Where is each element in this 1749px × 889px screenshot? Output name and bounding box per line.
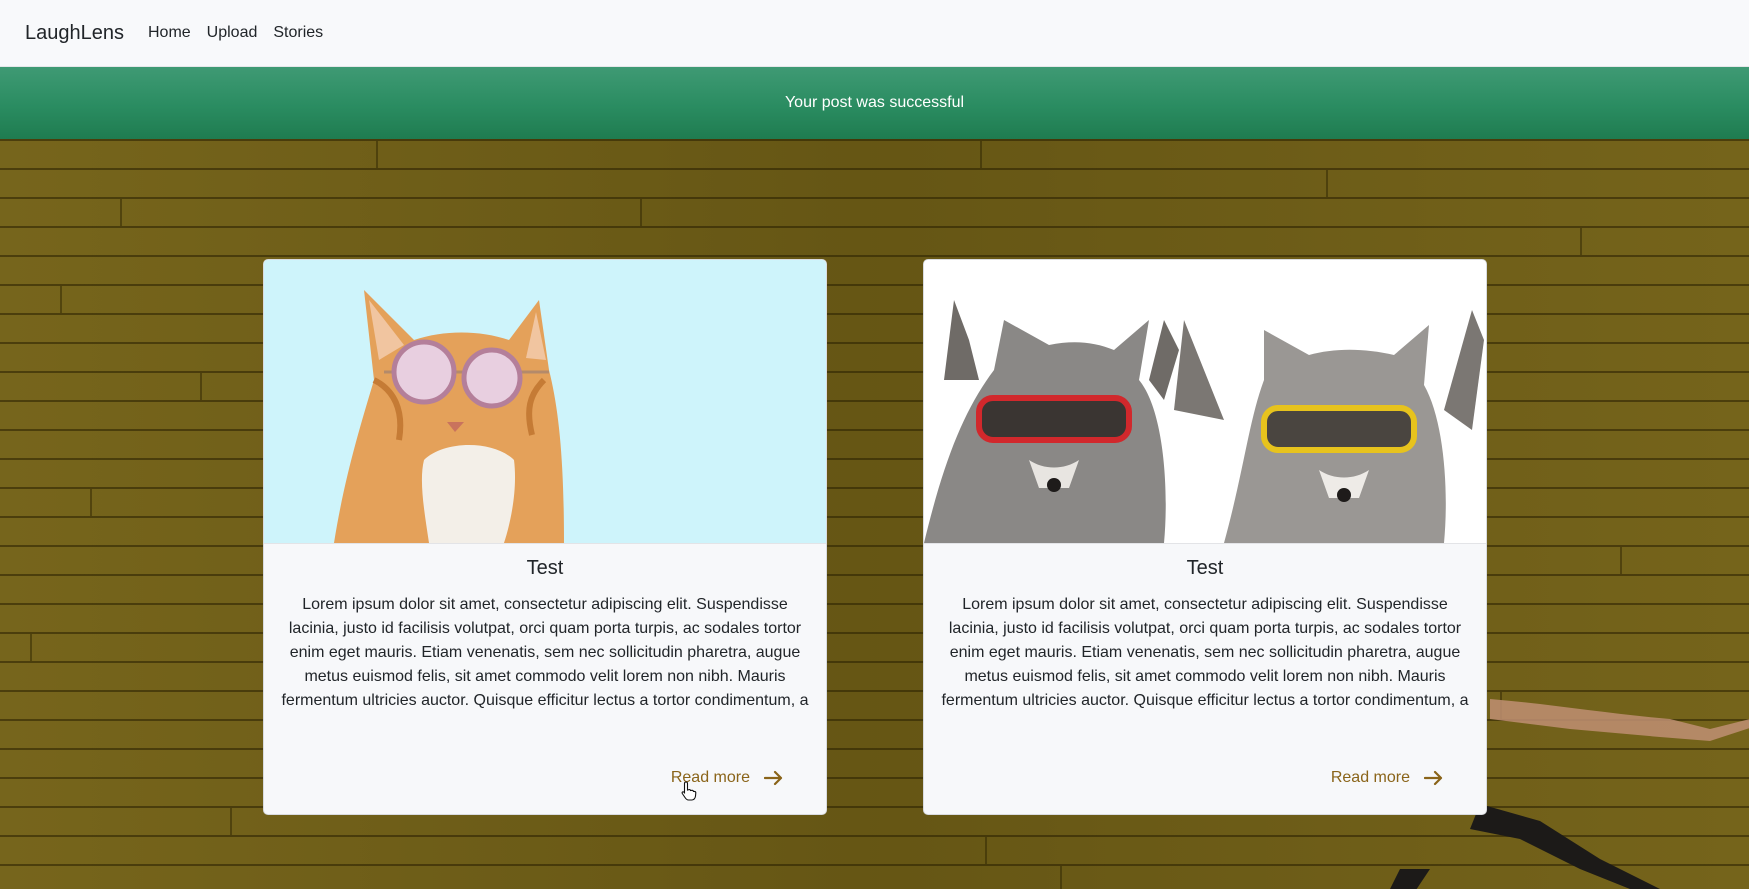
- story-card: Test Lorem ipsum dolor sit amet, consect…: [263, 259, 827, 815]
- card-title: Test: [1186, 557, 1224, 579]
- card-image-raccoons[interactable]: [924, 260, 1486, 544]
- success-alert: Your post was successful: [0, 67, 1749, 139]
- raccoons-sunglasses-image: [924, 300, 1484, 543]
- nav-link-stories[interactable]: Stories: [273, 24, 323, 42]
- nav-link-home[interactable]: Home: [148, 24, 191, 42]
- cat-sunglasses-image: [334, 290, 564, 543]
- card-body-text: Lorem ipsum dolor sit amet, consectetur …: [941, 596, 1469, 709]
- card-image-cat[interactable]: [264, 260, 826, 544]
- alert-message: Your post was successful: [784, 94, 965, 111]
- arrow-right-icon: [1424, 770, 1443, 786]
- story-card: Test Lorem ipsum dolor sit amet, consect…: [923, 259, 1487, 815]
- arrow-right-icon: [764, 770, 783, 786]
- card-title: Test: [526, 557, 564, 579]
- hand-cursor-icon: [681, 781, 697, 801]
- read-more-link[interactable]: Read more: [1331, 769, 1444, 787]
- read-more-label: Read more: [1330, 769, 1410, 786]
- top-navbar: LaughLens Home Upload Stories: [0, 0, 1749, 67]
- card-body-text: Lorem ipsum dolor sit amet, consectetur …: [281, 596, 809, 709]
- nav-link-upload[interactable]: Upload: [207, 24, 258, 42]
- brand-logo-link[interactable]: LaughLens: [25, 22, 124, 45]
